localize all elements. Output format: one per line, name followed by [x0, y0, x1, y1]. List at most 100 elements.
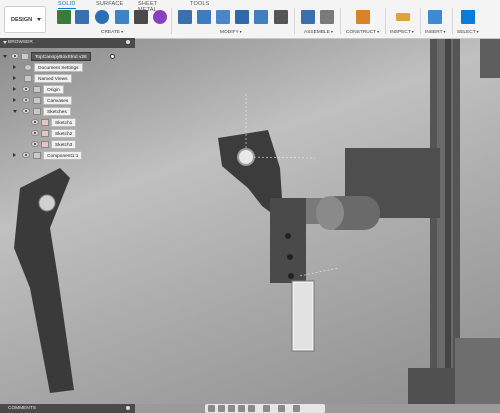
strut-pin-3: [288, 273, 294, 279]
item-label: Component1:1: [43, 151, 83, 160]
pattern-icon[interactable]: [134, 10, 148, 24]
item-label: Named Views: [34, 74, 72, 83]
expand-icon[interactable]: [13, 87, 16, 91]
comments-panel[interactable]: COMMENTS: [0, 404, 135, 413]
tab-solid[interactable]: SOLID: [58, 1, 76, 9]
sketch-icon: [41, 130, 49, 137]
browser-root[interactable]: TopCanopyBoxStrut v26: [3, 52, 135, 61]
group-select[interactable]: SELECT: [457, 29, 479, 35]
strut-pin-2: [287, 254, 293, 260]
group-modify[interactable]: MODIFY: [220, 29, 242, 35]
divider: [420, 8, 421, 34]
expand-icon[interactable]: [13, 76, 16, 80]
browser-panel: BROWSER TopCanopyBoxStrut v26 Document S…: [0, 38, 135, 166]
visibility-icon[interactable]: [22, 152, 30, 158]
frame-slot: [445, 38, 451, 404]
pan-icon[interactable]: [228, 405, 235, 412]
group-insert[interactable]: INSERT: [425, 29, 446, 35]
expand-icon[interactable]: [13, 110, 17, 113]
strut-body: [270, 198, 306, 283]
divider: [340, 8, 341, 34]
extrude-icon[interactable]: [75, 10, 89, 24]
group-inspect[interactable]: INSPECT: [390, 29, 414, 35]
chevron-down-icon: [37, 18, 41, 21]
item-label: Document Settings: [34, 63, 83, 72]
ribbon-toolbar: DESIGN SOLID SURFACE SHEET METAL TOOLS C…: [0, 0, 500, 39]
navigation-bar: [205, 404, 325, 413]
expand-icon[interactable]: [13, 153, 16, 157]
look-at-icon[interactable]: [218, 405, 225, 412]
group-assemble[interactable]: ASSEMBLE: [304, 29, 333, 35]
visibility-icon[interactable]: [22, 97, 30, 103]
bottom-right-edge: [455, 338, 500, 404]
sketch-icon: [41, 119, 49, 126]
sweep-icon[interactable]: [115, 10, 129, 24]
move-icon[interactable]: [274, 10, 288, 24]
viewports-icon[interactable]: [293, 405, 300, 412]
zoom-window-icon[interactable]: [248, 405, 255, 412]
item-label: Canvases: [43, 96, 73, 105]
create-sketch-icon[interactable]: [57, 10, 71, 24]
visibility-icon[interactable]: [31, 130, 39, 136]
frame-block: [480, 38, 500, 78]
visibility-icon[interactable]: [31, 141, 39, 147]
visibility-icon[interactable]: [11, 53, 19, 59]
comments-title: COMMENTS: [8, 406, 36, 411]
divider: [294, 8, 295, 34]
grid-icon[interactable]: [278, 405, 285, 412]
new-component-icon[interactable]: [301, 10, 315, 24]
group-construct[interactable]: CONSTRUCT: [346, 29, 379, 35]
item-label: Sketch3: [51, 140, 77, 149]
left-part-hole: [38, 194, 56, 212]
visibility-icon[interactable]: [22, 108, 30, 114]
divider: [171, 8, 172, 34]
combine-icon[interactable]: [254, 10, 268, 24]
visibility-icon[interactable]: [22, 86, 30, 92]
browser-header[interactable]: BROWSER: [0, 38, 135, 48]
item-label: Sketches: [43, 107, 71, 116]
visibility-icon[interactable]: [31, 119, 39, 125]
add-comment-icon[interactable]: [126, 406, 130, 410]
press-pull-icon[interactable]: [178, 10, 192, 24]
root-label: TopCanopyBoxStrut v26: [31, 52, 91, 61]
joint-icon[interactable]: [320, 10, 334, 24]
expand-icon[interactable]: [13, 98, 16, 102]
folder-icon: [24, 75, 32, 82]
select-icon[interactable]: [461, 10, 475, 24]
document-icon: [21, 53, 29, 60]
strut-pin-1: [285, 233, 291, 239]
gear-icon: [24, 64, 32, 71]
fillet-icon[interactable]: [197, 10, 211, 24]
folder-icon: [33, 108, 41, 115]
measure-icon[interactable]: [396, 13, 410, 21]
item-label: Sketch1: [51, 118, 77, 127]
workspace-label: DESIGN: [11, 17, 33, 23]
form-icon[interactable]: [153, 10, 167, 24]
revolve-icon[interactable]: [95, 10, 109, 24]
workspace-switcher[interactable]: DESIGN: [4, 6, 46, 33]
pin-icon[interactable]: [126, 40, 130, 44]
display-settings-icon[interactable]: [263, 405, 270, 412]
browser-title: BROWSER: [8, 40, 33, 45]
collapse-icon[interactable]: [3, 41, 7, 44]
divider: [452, 8, 453, 34]
divider: [385, 8, 386, 34]
expand-icon[interactable]: [13, 65, 16, 69]
chamfer-icon[interactable]: [216, 10, 230, 24]
expand-icon[interactable]: [3, 55, 7, 58]
insert-image-icon[interactable]: [428, 10, 442, 24]
folder-icon: [33, 97, 41, 104]
active-radio-icon[interactable]: [110, 54, 115, 59]
component-icon: [33, 152, 41, 159]
rod-end: [316, 196, 344, 230]
zoom-icon[interactable]: [238, 405, 245, 412]
group-create[interactable]: CREATE: [101, 29, 123, 35]
tab-surface[interactable]: SURFACE: [96, 1, 123, 7]
folder-icon: [33, 86, 41, 93]
offset-plane-icon[interactable]: [356, 10, 370, 24]
tab-tools[interactable]: TOOLS: [190, 1, 210, 7]
item-label: Sketch2: [51, 129, 77, 138]
sketch-icon: [41, 141, 49, 148]
shell-icon[interactable]: [235, 10, 249, 24]
orbit-icon[interactable]: [208, 405, 215, 412]
